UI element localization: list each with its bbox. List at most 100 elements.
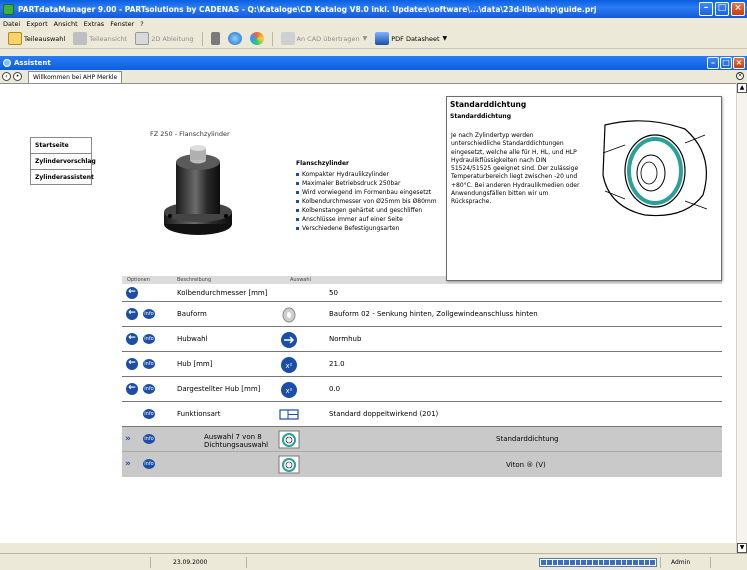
spec-item: Verschiedene Befestigungsarten — [296, 224, 456, 233]
minimize-button[interactable]: – — [699, 2, 713, 16]
info-icon[interactable]: info — [143, 334, 155, 344]
info-icon[interactable]: info — [143, 309, 155, 319]
svg-text:x²: x² — [286, 387, 293, 395]
2d-ableitung-button[interactable]: 2D Ableitung — [133, 31, 195, 47]
bullet-icon — [296, 227, 299, 230]
spec-heading: Flanschzylinder — [296, 160, 349, 167]
spec-item: Kolbenstangen gehärtet und geschliffen — [296, 206, 456, 215]
bullet-icon — [296, 209, 299, 212]
seal-diagram-image — [602, 120, 708, 217]
menu-fenster[interactable]: Fenster — [110, 20, 134, 28]
info-icon[interactable]: info — [143, 409, 155, 419]
tool-button-3[interactable] — [248, 31, 266, 47]
assistant-close-button[interactable]: × — [733, 57, 745, 69]
pdf-datasheet-button[interactable]: PDF Datasheet ▼ — [373, 31, 449, 47]
header-auswahl: Auswahl — [290, 277, 311, 283]
cad-transfer-button[interactable]: An CAD übertragen ▼ — [279, 31, 370, 47]
assistant-maximize-button[interactable]: □ — [720, 57, 732, 69]
assistant-minimize-button[interactable]: – — [707, 57, 719, 69]
menu-datei[interactable]: Datei — [3, 20, 20, 28]
info-popup: Standarddichtung Standarddichtung Je nac… — [446, 96, 722, 281]
stroke-select-icon — [281, 332, 297, 348]
bullet-icon — [296, 182, 299, 185]
arrow-left-icon[interactable]: ← — [126, 287, 138, 299]
product-title: FZ 250 - Flanschzylinder — [150, 130, 230, 138]
scroll-down-icon[interactable]: ▼ — [737, 543, 747, 553]
status-date: 23.09.2000 — [150, 557, 246, 568]
nav-zylinderassistent[interactable]: Zylinderassistent — [30, 169, 94, 185]
menu-help[interactable]: ? — [140, 20, 143, 28]
app-icon — [3, 3, 14, 15]
teileauswahl-button[interactable]: Teileauswahl — [6, 31, 67, 47]
cad-transfer-icon — [280, 32, 295, 45]
table-row-selection[interactable]: » info Auswahl 7 von 8 Dichtungsauswahl … — [122, 427, 722, 452]
menu-ansicht[interactable]: Ansicht — [54, 20, 78, 28]
arrow-left-icon[interactable]: ← — [126, 333, 138, 345]
spec-item: Kompakter Hydraulikzylinder — [296, 170, 456, 179]
popup-body: Je nach Zylindertyp werden unterschiedli… — [451, 132, 580, 206]
spec-item: Kolbendurchmesser von Ø25mm bis Ø80mm — [296, 197, 456, 206]
table-row[interactable]: ← info Hub [mm] x² 21.0 — [122, 352, 722, 377]
table-row-selection[interactable]: » info Viton ® (V) — [122, 452, 722, 477]
seal-icon — [278, 455, 300, 474]
table-row[interactable]: ← info Dargestellter Hub [mm] x² 0.0 — [122, 377, 722, 402]
status-segment — [710, 557, 730, 568]
assistant-title: Assistent — [14, 59, 51, 67]
bauform-icon — [282, 307, 296, 323]
teileansicht-button[interactable]: Teileansicht — [71, 31, 129, 47]
home-icon[interactable]: • — [13, 72, 22, 81]
tab-welcome[interactable]: Willkommen bei AHP Merkle — [28, 70, 123, 83]
table-row[interactable]: info Funktionsart Standard doppeltwirken… — [122, 402, 722, 427]
arrow-left-icon[interactable]: ← — [126, 308, 138, 320]
progress-bar — [539, 558, 657, 567]
toolbar-separator — [201, 31, 203, 46]
window-title: PARTdataManager 9.00 - PARTsolutions by … — [18, 4, 597, 14]
arrow-left-icon[interactable]: ← — [126, 383, 138, 395]
configuration-table: Optionen Beschreibung Auswahl ← Kolbendu… — [122, 276, 722, 477]
color-wheel-icon — [249, 32, 264, 45]
bullet-icon — [296, 218, 299, 221]
double-arrow-icon[interactable]: » — [125, 459, 139, 469]
chevron-down-icon: ▼ — [362, 35, 368, 42]
table-row[interactable]: ← info Bauform Bauform 02 - Senkung hint… — [122, 302, 722, 327]
menu-extras[interactable]: Extras — [84, 20, 105, 28]
maximize-button[interactable]: □ — [715, 2, 729, 16]
parts-selection-icon — [8, 32, 22, 45]
tool-button-2[interactable] — [226, 31, 244, 47]
back-icon[interactable]: ‹ — [2, 72, 11, 81]
close-button[interactable]: × — [731, 2, 745, 16]
selection-option-2[interactable]: Viton ® (V) — [506, 461, 546, 469]
info-icon[interactable]: info — [143, 359, 155, 369]
scroll-up-icon[interactable]: ▲ — [737, 83, 747, 93]
value-input-icon: x² — [281, 382, 297, 398]
double-arrow-icon[interactable]: » — [125, 434, 139, 444]
info-icon[interactable]: info — [143, 434, 155, 444]
toolbar-separator — [271, 31, 273, 46]
status-user: Admin — [660, 557, 710, 568]
selection-option-1[interactable]: Standarddichtung — [496, 435, 559, 443]
spec-item: Anschlüsse immer auf einer Seite — [296, 215, 456, 224]
vertical-scrollbar[interactable]: ▲ ▼ — [736, 83, 747, 553]
table-row[interactable]: ← info Hubwahl Normhub — [122, 327, 722, 352]
menu-export[interactable]: Export — [26, 20, 47, 28]
assistant-titlebar: Assistent – □ × — [0, 56, 747, 70]
arrow-left-icon[interactable]: ← — [126, 358, 138, 370]
assistant-icon — [3, 59, 11, 67]
tab-close-icon[interactable]: × — [736, 72, 744, 80]
popup-title: Standarddichtung — [450, 100, 527, 109]
tool-button-1[interactable] — [209, 31, 222, 47]
spec-item: Maximaler Betriebsdruck 250bar — [296, 179, 456, 188]
globe-icon — [227, 32, 242, 45]
window-titlebar: PARTdataManager 9.00 - PARTsolutions by … — [0, 0, 747, 18]
assistant-content: Startseite Zylindervorschlag Zylinderass… — [0, 83, 736, 543]
cylinder-image — [164, 145, 232, 235]
header-beschreibung: Beschreibung — [177, 277, 212, 283]
table-row[interactable]: ← Kolbendurchmesser [mm] 50 — [122, 284, 722, 302]
selection-label: Dichtungsauswahl — [204, 441, 269, 449]
bullet-icon — [296, 191, 299, 194]
info-icon[interactable]: info — [143, 384, 155, 394]
nav-startseite[interactable]: Startseite — [30, 137, 92, 153]
nav-zylindervorschlag[interactable]: Zylindervorschlag — [30, 153, 96, 169]
info-icon[interactable]: info — [143, 459, 155, 469]
pdf-icon — [375, 32, 390, 45]
